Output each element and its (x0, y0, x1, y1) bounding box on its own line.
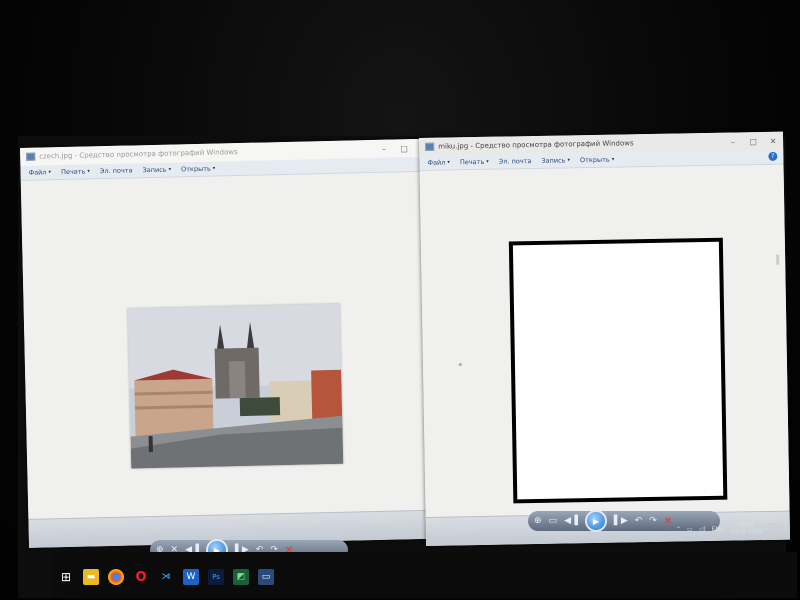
menu-label: Файл (28, 168, 47, 177)
menu-email[interactable]: Эл. почта (499, 157, 532, 166)
caret-down-icon: ▾ (212, 165, 216, 172)
network-icon[interactable]: ▭ (687, 526, 693, 533)
menu-label: Эл. почта (498, 157, 532, 166)
menu-label: Печать (60, 167, 86, 177)
menu-burn[interactable]: Запись ▾ (541, 156, 570, 164)
menu-label: Запись (142, 165, 167, 175)
menu-print[interactable]: Печать ▾ (459, 157, 489, 167)
caret-down-icon: ▾ (611, 156, 615, 163)
app-icon (425, 142, 435, 151)
previous-icon[interactable]: ◀▐ (564, 516, 578, 526)
minimize-button[interactable]: – (723, 132, 743, 150)
help-icon[interactable]: ? (768, 151, 778, 161)
menu-label: Запись (541, 156, 566, 165)
menu-label: Открыть (579, 155, 610, 165)
caret-down-icon: ▾ (486, 158, 489, 165)
system-tray: ⌃ ▭ ◁) ENG 19:22 13.08.2019 2 (676, 522, 781, 536)
menu-open[interactable]: Открыть ▾ (580, 156, 614, 165)
notification-center-icon[interactable]: 2 (768, 523, 781, 535)
caret-down-icon: ▾ (567, 157, 571, 164)
clock-date: 13.08.2019 (730, 529, 763, 535)
caret-down-icon: ▾ (87, 168, 90, 175)
mouse-cursor-icon: ⌖ (457, 360, 463, 370)
slideshow-icon[interactable]: ▶ (584, 510, 607, 532)
clock-time: 19:22 (738, 522, 755, 528)
photo-prague-square (127, 303, 344, 469)
menu-open[interactable]: Открыть ▾ (181, 165, 215, 174)
menu-label: Открыть (180, 164, 211, 174)
language-indicator[interactable]: ENG (712, 526, 725, 533)
menu-burn[interactable]: Запись ▾ (142, 166, 171, 175)
next-icon[interactable]: ▌▶ (614, 516, 628, 526)
menu-label: Эл. почта (99, 166, 133, 176)
windows-start-icon[interactable]: ⊞ (58, 569, 74, 585)
close-button[interactable]: ✕ (763, 132, 783, 150)
vscode-icon[interactable]: ⋊ (158, 569, 174, 585)
rotate-left-icon[interactable]: ↶ (635, 516, 643, 526)
delete-icon[interactable]: ✕ (664, 516, 672, 527)
volume-icon[interactable]: ◁) (699, 526, 706, 533)
caret-down-icon: ▾ (447, 159, 450, 166)
maximize-button[interactable]: □ (743, 132, 763, 150)
caret-down-icon: ▾ (48, 169, 52, 176)
photo-viewer-window-left[interactable]: czech.jpg - Средство просмотра фотографи… (20, 138, 443, 548)
photoshop-icon[interactable]: Ps (208, 569, 224, 585)
taskbar-icons: ⊞ ▬ O ⋊ W Ps ◩ ▭ (58, 569, 274, 585)
chevron-up-icon[interactable]: ⌃ (676, 526, 681, 533)
scrollbar[interactable] (776, 254, 780, 265)
menu-file[interactable]: Файл ▾ (427, 158, 450, 167)
caret-down-icon: ▾ (168, 166, 172, 173)
blank-image-frame (508, 237, 728, 504)
file-explorer-icon[interactable]: ▬ (83, 569, 99, 585)
image-canvas (20, 171, 443, 520)
menu-file[interactable]: Файл ▾ (28, 168, 52, 177)
photo-viewer-window-right[interactable]: miku.jpg - Средство просмотра фотографий… (419, 131, 791, 546)
zoom-icon[interactable]: ⊕ (534, 516, 542, 526)
window-title: miku.jpg - Средство просмотра фотографий… (438, 139, 634, 151)
minimize-button[interactable]: – (374, 140, 394, 158)
menu-email[interactable]: Эл. почта (100, 166, 133, 175)
clock[interactable]: 19:22 13.08.2019 (731, 522, 763, 536)
greenshot-icon[interactable]: ◩ (233, 569, 249, 585)
menu-label: Печать (459, 157, 485, 167)
rotate-right-icon[interactable]: ↷ (649, 516, 657, 526)
maximize-button[interactable]: □ (394, 139, 414, 157)
fit-icon[interactable]: ▭ (549, 516, 558, 526)
opera-icon[interactable]: O (133, 569, 149, 585)
menu-print[interactable]: Печать ▾ (60, 167, 90, 177)
image-canvas: ⌖ (419, 164, 790, 518)
photo-viewer-icon[interactable]: ▭ (258, 569, 274, 585)
app-icon (26, 152, 36, 161)
word-icon[interactable]: W (183, 569, 199, 585)
chrome-icon[interactable] (108, 569, 124, 585)
menu-label: Файл (427, 158, 446, 167)
